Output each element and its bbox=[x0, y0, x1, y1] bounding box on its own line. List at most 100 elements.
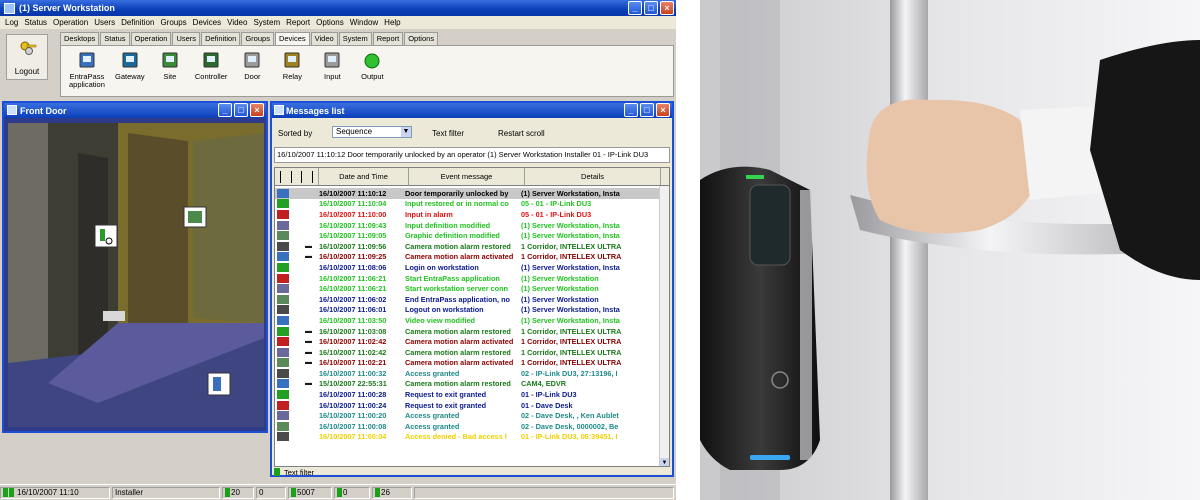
menu-item-log[interactable]: Log bbox=[2, 18, 21, 27]
vertical-scrollbar[interactable]: ▼ bbox=[659, 186, 669, 466]
card-reader-photo bbox=[700, 0, 1200, 500]
tab-groups[interactable]: Groups bbox=[241, 32, 274, 45]
table-row[interactable]: 16/10/2007 11:00:28 Request to exit grant… bbox=[275, 389, 661, 400]
row-datetime: 15/10/2007 22:55:31 bbox=[319, 379, 387, 389]
menu-item-devices[interactable]: Devices bbox=[190, 18, 224, 27]
tab-devices[interactable]: Devices bbox=[274, 32, 310, 46]
controller-status-icon[interactable] bbox=[183, 206, 207, 228]
table-row[interactable]: ▬ 15/10/2007 22:55:31 Camera motion alarm … bbox=[275, 379, 661, 390]
camera-icon[interactable]: ▬ bbox=[305, 328, 315, 335]
menu-item-window[interactable]: Window bbox=[347, 18, 381, 27]
minimize-button[interactable]: _ bbox=[628, 1, 642, 15]
menu-item-help[interactable]: Help bbox=[381, 18, 403, 27]
toolbar-input-button[interactable]: Input bbox=[317, 51, 347, 81]
table-row[interactable]: 16/10/2007 11:00:24 Request to exit grant… bbox=[275, 400, 661, 411]
row-event: Access granted bbox=[405, 411, 460, 421]
sort-select-value: Sequence bbox=[336, 127, 373, 136]
menu-item-definition[interactable]: Definition bbox=[118, 18, 157, 27]
camera-view-image bbox=[8, 123, 264, 427]
column-header-datetime[interactable]: Date and Time bbox=[319, 168, 409, 185]
ml-minimize-button[interactable]: _ bbox=[624, 103, 638, 117]
close-button[interactable]: × bbox=[660, 1, 674, 15]
table-row[interactable]: 16/10/2007 11:00:08 Access granted 02 - Da… bbox=[275, 421, 661, 432]
camera-icon[interactable]: ▬ bbox=[305, 243, 315, 250]
tab-options[interactable]: Options bbox=[404, 32, 439, 45]
status-count-5: 26 bbox=[381, 488, 390, 497]
menu-item-system[interactable]: System bbox=[250, 18, 283, 27]
camera-icon[interactable]: ▬ bbox=[305, 359, 315, 366]
toolbar-output-button[interactable]: Output bbox=[357, 51, 387, 81]
menu-item-status[interactable]: Status bbox=[21, 18, 50, 27]
restart-scroll-button[interactable]: Restart scroll bbox=[498, 129, 545, 138]
table-row[interactable]: ▬ 16/10/2007 11:03:08 Camera motion alarm … bbox=[275, 326, 661, 337]
window-title: (1) Server Workstation bbox=[19, 3, 115, 13]
door-status-icon[interactable] bbox=[94, 224, 118, 248]
toolbar-relay-button[interactable]: Relay bbox=[277, 51, 307, 81]
table-row[interactable]: 16/10/2007 11:10:12 Door temporarily unlo… bbox=[275, 188, 661, 199]
status-green-indicator bbox=[291, 488, 296, 497]
table-row[interactable]: 16/10/2007 11:06:02 End EntraPass applica… bbox=[275, 294, 661, 305]
row-details: 1 Corridor, INTELLEX ULTRA bbox=[521, 337, 622, 347]
fd-close-button[interactable]: × bbox=[250, 103, 264, 117]
menu-item-video[interactable]: Video bbox=[224, 18, 250, 27]
column-header-event[interactable]: Event message bbox=[409, 168, 525, 185]
scroll-down-icon[interactable]: ▼ bbox=[660, 458, 669, 466]
table-row[interactable]: 16/10/2007 11:09:05 Graphic definition mo… bbox=[275, 230, 661, 241]
tab-users[interactable]: Users bbox=[172, 32, 201, 45]
table-row[interactable]: 16/10/2007 11:00:32 Access granted 02 - IP… bbox=[275, 368, 661, 379]
front-door-titlebar[interactable]: Front Door _ □ × bbox=[4, 103, 266, 118]
toolbar-computer-button[interactable]: EntraPass application bbox=[69, 51, 105, 89]
tab-operation[interactable]: Operation bbox=[130, 32, 172, 45]
toolbar-site-button[interactable]: Site bbox=[155, 51, 185, 81]
tab-definition[interactable]: Definition bbox=[201, 32, 241, 45]
table-row[interactable]: 16/10/2007 11:08:06 Login on workstation (… bbox=[275, 262, 661, 273]
table-row[interactable]: 16/10/2007 11:10:00 Input in alarm 05 - 01… bbox=[275, 209, 661, 220]
table-row[interactable]: 16/10/2007 11:06:21 Start workstation ser… bbox=[275, 283, 661, 294]
table-row[interactable]: 16/10/2007 11:10:04 Input restored or in … bbox=[275, 199, 661, 210]
camera-icon[interactable]: ▬ bbox=[305, 380, 315, 387]
column-header-details[interactable]: Details bbox=[525, 168, 661, 185]
toolbar-controller-button[interactable]: Controller bbox=[195, 51, 227, 81]
logout-button[interactable]: Logout bbox=[6, 34, 48, 80]
table-row[interactable]: ▬ 16/10/2007 11:02:42 Camera motion alarm … bbox=[275, 336, 661, 347]
tab-system[interactable]: System bbox=[338, 32, 372, 45]
table-row[interactable]: ▬ 16/10/2007 11:02:42 Camera motion alarm … bbox=[275, 347, 661, 358]
text-filter-button[interactable]: Text filter bbox=[432, 129, 464, 138]
tab-desktops[interactable]: Desktops bbox=[60, 32, 100, 45]
table-row[interactable]: 16/10/2007 11:06:01 Logout on workstation… bbox=[275, 305, 661, 316]
output-status-icon[interactable] bbox=[207, 372, 231, 396]
table-row[interactable]: 16/10/2007 11:00:04 Access denied - Bad a… bbox=[275, 432, 661, 443]
ml-close-button[interactable]: × bbox=[656, 103, 670, 117]
window-titlebar[interactable]: (1) Server Workstation _ □ × bbox=[0, 0, 676, 16]
toolbar-gateway-button[interactable]: Gateway bbox=[115, 51, 145, 81]
fd-minimize-button[interactable]: _ bbox=[218, 103, 232, 117]
table-row[interactable]: ▬ 16/10/2007 11:09:25 Camera motion alarm … bbox=[275, 252, 661, 263]
maximize-button[interactable]: □ bbox=[644, 1, 658, 15]
menu-item-options[interactable]: Options bbox=[313, 18, 347, 27]
menu-item-operation[interactable]: Operation bbox=[50, 18, 91, 27]
menu-item-groups[interactable]: Groups bbox=[157, 18, 189, 27]
ml-maximize-button[interactable]: □ bbox=[640, 103, 654, 117]
camera-icon[interactable]: ▬ bbox=[305, 338, 315, 345]
camera-icon[interactable]: ▬ bbox=[305, 253, 315, 260]
chevron-down-icon[interactable]: ▼ bbox=[401, 127, 411, 137]
toolbar-door-button[interactable]: Door bbox=[237, 51, 267, 81]
row-details: (1) Server Workstation, Insta bbox=[521, 231, 620, 241]
fd-maximize-button[interactable]: □ bbox=[234, 103, 248, 117]
tab-video[interactable]: Video bbox=[310, 32, 338, 45]
table-row[interactable]: 16/10/2007 11:03:50 Video view modified (1… bbox=[275, 315, 661, 326]
menu-item-report[interactable]: Report bbox=[283, 18, 313, 27]
table-row[interactable]: 16/10/2007 11:06:21 Start EntraPass appli… bbox=[275, 273, 661, 284]
camera-icon[interactable]: ▬ bbox=[305, 349, 315, 356]
status-datetime-segment: 16/10/2007 11:10 bbox=[0, 486, 110, 499]
messages-titlebar[interactable]: Messages list _ □ × bbox=[272, 103, 672, 118]
table-row[interactable]: 16/10/2007 11:09:43 Input definition modi… bbox=[275, 220, 661, 231]
menu-item-users[interactable]: Users bbox=[91, 18, 118, 27]
tab-report[interactable]: Report bbox=[372, 32, 404, 45]
table-row[interactable]: ▬ 16/10/2007 11:02:21 Camera motion alarm … bbox=[275, 358, 661, 369]
tab-status[interactable]: Status bbox=[100, 32, 130, 45]
table-row[interactable]: ▬ 16/10/2007 11:09:56 Camera motion alarm … bbox=[275, 241, 661, 252]
sort-select[interactable]: Sequence ▼ bbox=[332, 126, 412, 138]
status-count-segment: 26 bbox=[372, 486, 412, 499]
table-row[interactable]: 16/10/2007 11:00:20 Access granted 02 - Da… bbox=[275, 410, 661, 421]
